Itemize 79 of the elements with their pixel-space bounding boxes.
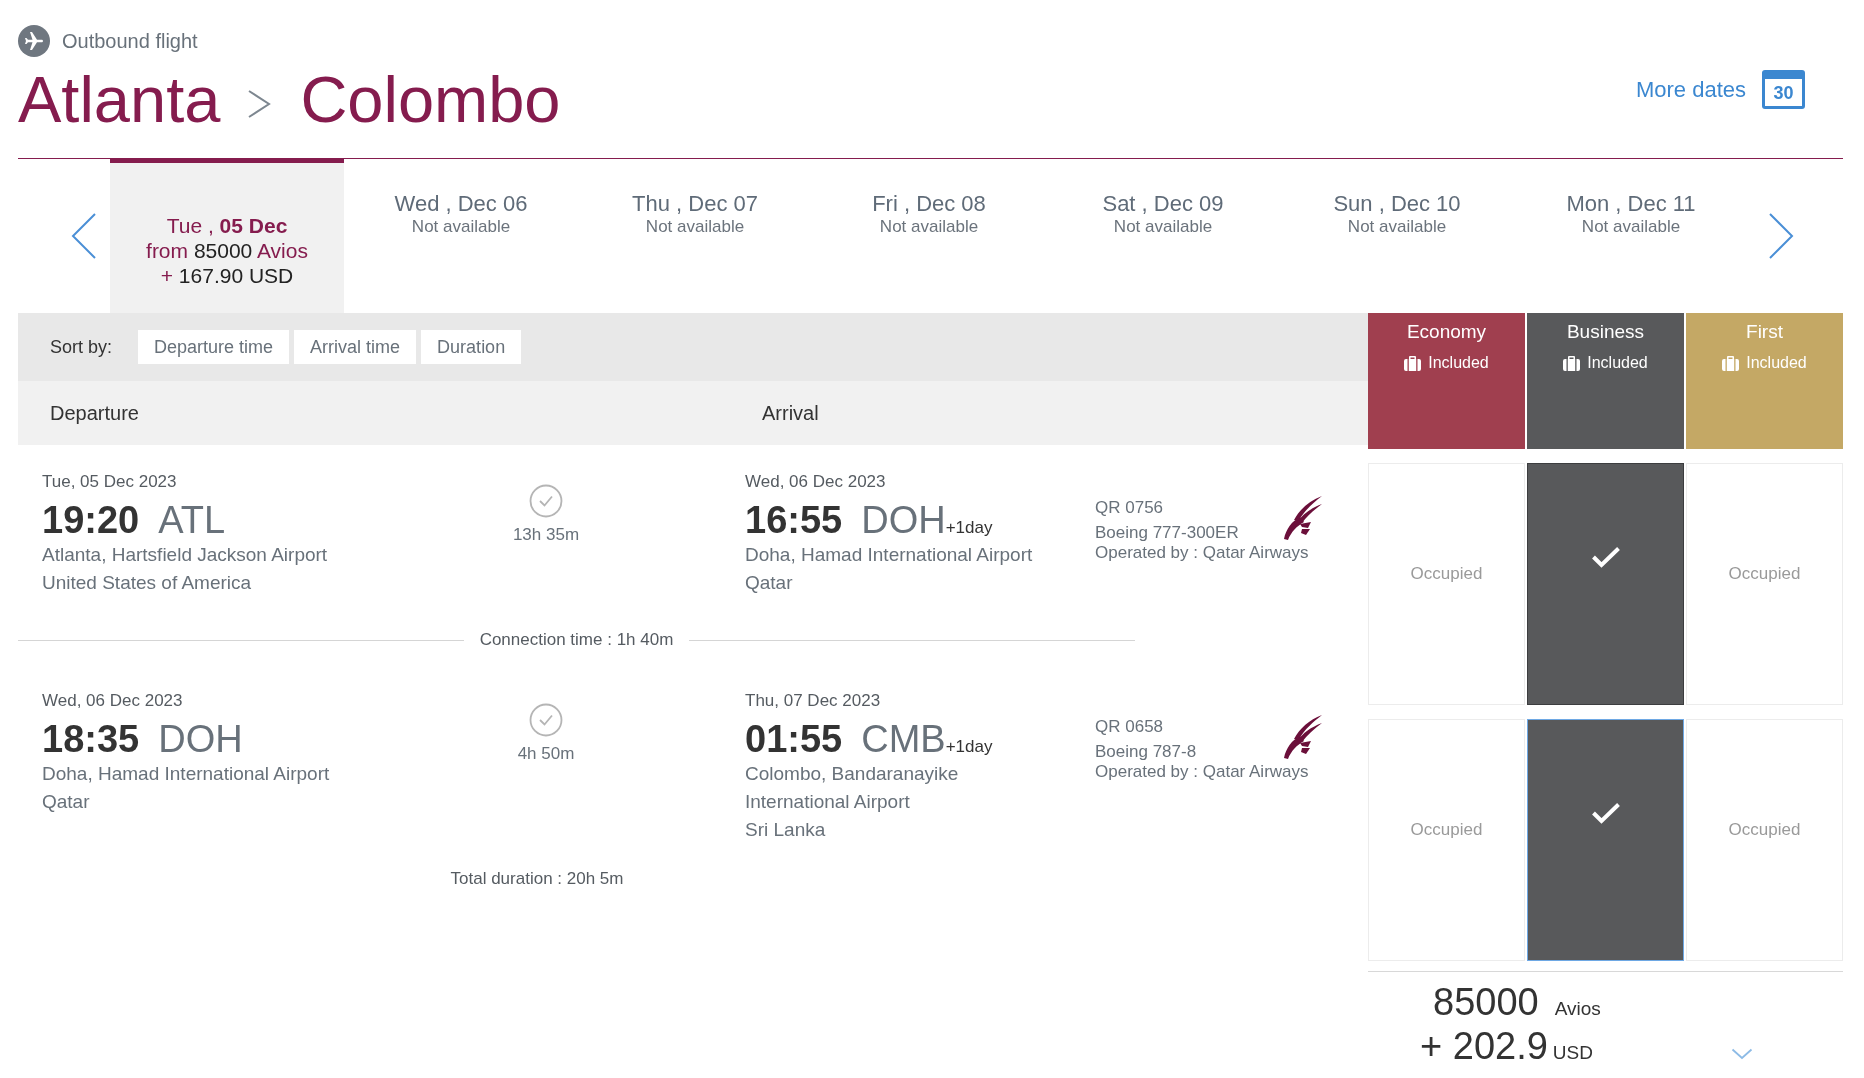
chevron-right-icon <box>247 89 272 119</box>
aircraft-type: Boeing 777-300ER <box>1095 522 1239 544</box>
date-text: Thu, 07 Dec 2023 <box>745 691 881 711</box>
column-header: Departure <box>50 401 140 426</box>
airplane-icon <box>18 25 50 57</box>
cash-amount: + 202.9 <box>1420 1024 1548 1068</box>
section-label: Outbound flight <box>62 29 198 54</box>
suitcase-icon <box>1563 355 1581 371</box>
airport-code: ATL <box>158 499 226 541</box>
expand-button[interactable] <box>1731 1048 1753 1060</box>
time-text: 19:20 <box>42 499 140 541</box>
date-text: Wed, 06 Dec 2023 <box>745 472 886 492</box>
operator-text: Operated by : Qatar Airways <box>1095 542 1309 564</box>
chevron-right-icon <box>1768 212 1794 260</box>
sort-option-button[interactable]: Departure time <box>138 330 290 364</box>
date-tab[interactable]: Sat , Dec 09 Not available <box>1046 159 1280 313</box>
chevron-down-icon <box>1731 1048 1753 1060</box>
suitcase-icon <box>1722 355 1740 371</box>
country-name: Qatar <box>745 571 793 595</box>
flight-number: QR 0756 <box>1095 497 1165 519</box>
sort-option-button[interactable]: Duration <box>421 330 522 364</box>
airport-code: DOH <box>861 499 946 541</box>
chevron-left-icon <box>71 212 97 260</box>
total-duration-text: Total duration : 20h 5m <box>450 869 624 889</box>
cabin-name: Economy <box>1406 321 1487 343</box>
time-text: 01:55 <box>745 718 843 760</box>
date-tab[interactable]: Mon , Dec 11 Not available <box>1514 159 1748 313</box>
country-name: United States of America <box>42 571 252 595</box>
check-circle-icon <box>529 484 563 518</box>
connection-time-text: Connection time : 1h 40m <box>478 629 675 652</box>
date-text: Tue, 05 Dec 2023 <box>42 472 177 492</box>
sort-option-button[interactable]: Arrival time <box>294 330 417 364</box>
date-text: Wed, 06 Dec 2023 <box>42 691 183 711</box>
airport-name: Doha, Hamad International Airport <box>745 543 1033 567</box>
country-name: Sri Lanka <box>745 818 826 842</box>
occupied-label: Occupied <box>1728 564 1801 584</box>
duration-text: 4h 50m <box>517 744 575 764</box>
calendar-button[interactable]: 30 <box>1762 70 1805 109</box>
date-tab[interactable]: Tue , 05 Dec from 85000 Avios + 167.90 USD <box>110 159 344 313</box>
cabin-name: First <box>1746 321 1783 343</box>
avios-unit: Avios <box>1554 997 1601 1021</box>
more-dates-link[interactable]: More dates <box>1635 73 1746 106</box>
date-tab[interactable]: Wed , Dec 06 Not available <box>344 159 578 313</box>
column-header: Arrival <box>762 401 819 426</box>
airport-name: Atlanta, Hartsfield Jackson Airport <box>42 543 328 567</box>
date-tab[interactable]: Fri , Dec 08 Not available <box>812 159 1046 313</box>
airport-code: DOH <box>158 718 243 760</box>
cabin-name: Business <box>1566 321 1645 343</box>
avios-amount: 85000 <box>1433 980 1539 1024</box>
fare-option-button[interactable] <box>1527 463 1684 705</box>
occupied-label: Occupied <box>1410 564 1483 584</box>
airport-name: Colombo, Bandaranayike International Airport <box>745 762 960 814</box>
occupied-label: Occupied <box>1728 820 1801 840</box>
previous-dates-button[interactable] <box>71 212 97 260</box>
origin-city-title: Atlanta <box>18 66 221 134</box>
date-tab[interactable]: Sun , Dec 10 Not available <box>1280 159 1514 313</box>
time-text: 18:35 <box>42 718 140 760</box>
country-name: Qatar <box>42 790 90 814</box>
aircraft-type: Boeing 787-8 <box>1095 741 1197 763</box>
date-tab[interactable]: Thu , Dec 07 Not available <box>578 159 812 313</box>
airport-code: CMB <box>861 718 946 760</box>
time-text: 16:55 <box>745 499 843 541</box>
suitcase-icon <box>1404 355 1422 371</box>
occupied-label: Occupied <box>1410 820 1483 840</box>
airport-name: Doha, Hamad International Airport <box>42 762 330 786</box>
check-circle-icon <box>529 703 563 737</box>
baggage-text: Included <box>1746 353 1807 373</box>
fare-option-button[interactable] <box>1527 719 1684 961</box>
baggage-text: Included <box>1587 353 1648 373</box>
destination-city-title: Colombo <box>300 66 561 134</box>
currency-unit: USD <box>1552 1041 1593 1065</box>
baggage-text: Included <box>1428 353 1489 373</box>
sort-label: Sort by: <box>50 335 113 359</box>
operator-text: Operated by : Qatar Airways <box>1095 761 1309 783</box>
flight-number: QR 0658 <box>1095 716 1165 738</box>
duration-text: 13h 35m <box>512 525 580 545</box>
day-offset-text: +1day <box>945 518 993 538</box>
day-offset-text: +1day <box>945 737 993 757</box>
next-dates-button[interactable] <box>1768 212 1794 260</box>
